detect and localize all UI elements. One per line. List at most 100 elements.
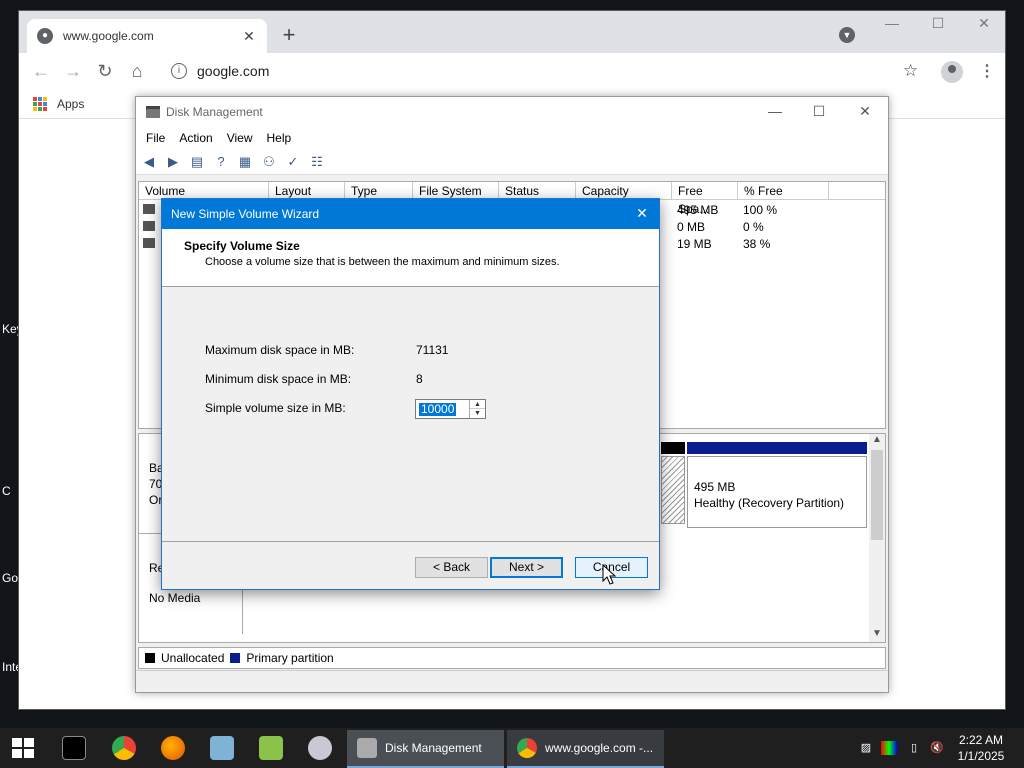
wizard-titlebar: New Simple Volume Wizard ✕ bbox=[162, 199, 659, 229]
column-header[interactable]: Type bbox=[345, 182, 413, 199]
menu-bar: File Action View Help bbox=[136, 127, 888, 149]
apps-bookmark[interactable]: Apps bbox=[57, 97, 84, 111]
column-header[interactable]: Capacity bbox=[576, 182, 672, 199]
disk-management-icon bbox=[357, 738, 377, 758]
menu-help[interactable]: Help bbox=[267, 131, 292, 145]
scroll-up-icon[interactable]: ▲ bbox=[869, 434, 885, 445]
percent-free-cell: 100 % bbox=[743, 203, 778, 217]
menu-view[interactable]: View bbox=[227, 131, 253, 145]
taskbar-task-disk-management[interactable]: Disk Management bbox=[347, 730, 504, 768]
column-header[interactable]: File System bbox=[413, 182, 499, 199]
close-tab-icon[interactable]: ✕ bbox=[241, 28, 257, 45]
terminal-icon[interactable] bbox=[62, 736, 86, 760]
desktop-icon-label[interactable]: Go bbox=[2, 571, 18, 585]
clock[interactable]: 2:22 AM 1/1/2025 bbox=[952, 732, 1010, 764]
check-icon[interactable]: ✓ bbox=[284, 154, 302, 170]
show-hide-console-icon[interactable]: ▤ bbox=[188, 154, 206, 170]
home-icon[interactable]: ⌂ bbox=[121, 61, 153, 82]
wizard-body: Maximum disk space in MB: 71131 Minimum … bbox=[162, 287, 659, 541]
legend-label: Primary partition bbox=[246, 651, 334, 665]
new-tab-icon[interactable]: + bbox=[277, 23, 301, 47]
unallocated-bar bbox=[661, 442, 685, 454]
volume-size-stepper[interactable]: 10000 ▲ ▼ bbox=[415, 399, 486, 419]
reload-icon[interactable]: ↻ bbox=[89, 61, 121, 82]
forward-arrow-icon[interactable]: ▶ bbox=[164, 154, 182, 170]
avatar-icon[interactable] bbox=[941, 61, 963, 83]
browser-titlebar: ● www.google.com ✕ + ▼ — ☐ ✕ bbox=[19, 11, 1005, 53]
back-arrow-icon[interactable]: ◀ bbox=[140, 154, 158, 170]
close-icon[interactable]: ✕ bbox=[633, 205, 651, 222]
close-window-icon[interactable]: ✕ bbox=[850, 103, 880, 120]
menu-action[interactable]: Action bbox=[179, 131, 212, 145]
column-header[interactable]: Status bbox=[499, 182, 576, 199]
tab-title: www.google.com bbox=[63, 29, 154, 43]
partition-status: Healthy (Recovery Partition) bbox=[694, 496, 845, 510]
maximize-icon[interactable]: ☐ bbox=[804, 103, 834, 120]
legend-item: Primary partition bbox=[230, 651, 334, 665]
volume-icon bbox=[143, 238, 155, 248]
task-label: www.google.com -... bbox=[545, 741, 654, 755]
star-icon[interactable]: ☆ bbox=[903, 61, 918, 81]
free-space-cell: 19 MB bbox=[677, 237, 712, 251]
firefox-icon[interactable] bbox=[161, 736, 185, 760]
taskbar-task-chrome[interactable]: www.google.com -... bbox=[507, 730, 664, 768]
column-header[interactable]: % Free bbox=[738, 182, 829, 199]
legend-swatch bbox=[230, 653, 241, 663]
unallocated-partition[interactable] bbox=[661, 456, 685, 524]
volume-size-label: Simple volume size in MB: bbox=[205, 401, 346, 415]
free-space-cell: 0 MB bbox=[677, 220, 706, 234]
help-icon[interactable]: ? bbox=[212, 154, 230, 170]
address-bar[interactable]: i google.com bbox=[161, 57, 931, 85]
back-button[interactable]: < Back bbox=[415, 557, 488, 578]
recovery-partition[interactable]: 495 MB Healthy (Recovery Partition) bbox=[687, 456, 867, 528]
stepper-down-icon[interactable]: ▼ bbox=[470, 409, 485, 418]
close-window-icon[interactable]: ✕ bbox=[969, 15, 999, 32]
scroll-thumb[interactable] bbox=[871, 450, 883, 540]
volume-size-input[interactable]: 10000 bbox=[419, 403, 457, 416]
minimize-icon[interactable]: — bbox=[760, 103, 790, 119]
column-header[interactable]: Free Spa... bbox=[672, 182, 738, 216]
scroll-down-icon[interactable]: ▼ bbox=[869, 628, 885, 639]
minimize-icon[interactable]: — bbox=[877, 15, 907, 31]
spreadsheet-icon[interactable] bbox=[259, 736, 283, 760]
vertical-scrollbar[interactable]: ▲ ▼ bbox=[869, 434, 885, 642]
next-button[interactable]: Next > bbox=[490, 557, 563, 578]
volume-muted-icon[interactable]: 🔇 bbox=[929, 741, 945, 755]
maximize-icon[interactable]: ☐ bbox=[923, 15, 953, 32]
volume-icon bbox=[143, 221, 155, 231]
chrome-icon[interactable] bbox=[112, 736, 136, 760]
address-url[interactable]: google.com bbox=[197, 63, 269, 79]
forward-arrow-icon[interactable]: → bbox=[57, 61, 89, 82]
globe-icon: ● bbox=[37, 28, 53, 44]
column-header[interactable]: Layout bbox=[269, 182, 345, 199]
menu-file[interactable]: File bbox=[146, 131, 165, 145]
notepad-icon[interactable] bbox=[210, 736, 234, 760]
info-icon[interactable]: i bbox=[171, 63, 187, 79]
connect-icon[interactable]: ⚇ bbox=[260, 154, 278, 170]
usb-icon[interactable]: ▯ bbox=[906, 741, 922, 755]
disk-management-icon bbox=[146, 106, 160, 118]
legend-label: Unallocated bbox=[161, 651, 225, 665]
new-simple-volume-wizard: New Simple Volume Wizard ✕ Specify Volum… bbox=[161, 198, 660, 590]
color-icon[interactable] bbox=[881, 741, 897, 755]
window-title: Disk Management bbox=[166, 105, 263, 119]
back-arrow-icon[interactable]: ← bbox=[25, 61, 57, 82]
windows-start-icon[interactable] bbox=[12, 738, 34, 758]
stepper-buttons: ▲ ▼ bbox=[469, 400, 485, 418]
apps-grid-icon[interactable] bbox=[33, 96, 47, 111]
tab-search-icon[interactable]: ▼ bbox=[839, 27, 855, 43]
stepper-up-icon[interactable]: ▲ bbox=[470, 400, 485, 409]
column-header[interactable]: Volume bbox=[139, 182, 269, 199]
properties-icon[interactable]: ▦ bbox=[236, 154, 254, 170]
kebab-menu-icon[interactable]: ⋮ bbox=[979, 61, 995, 81]
desktop-icon-label[interactable]: C bbox=[2, 484, 11, 498]
network-icon[interactable]: ▨ bbox=[858, 741, 874, 755]
taskbar: Disk Management www.google.com -... ▨ ▯ … bbox=[0, 728, 1024, 768]
list-icon[interactable]: ☷ bbox=[308, 154, 326, 170]
browser-toolbar: ← → ↻ ⌂ i google.com bbox=[19, 53, 1005, 89]
paint-icon[interactable] bbox=[308, 736, 332, 760]
volume-icon bbox=[143, 204, 155, 214]
browser-tab[interactable]: ● www.google.com ✕ bbox=[27, 19, 267, 53]
clock-date: 1/1/2025 bbox=[957, 749, 1005, 763]
divider bbox=[162, 541, 659, 542]
